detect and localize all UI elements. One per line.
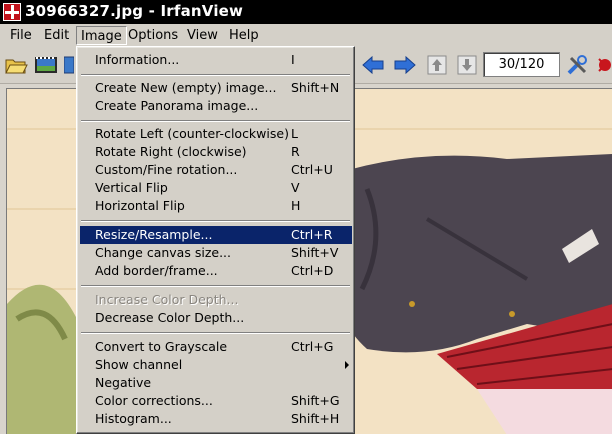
menu-file[interactable]: File [6,26,36,45]
menu-item-negative[interactable]: Negative [80,374,352,392]
slideshow-icon[interactable] [34,54,58,76]
menu-item-label: Rotate Right (clockwise) [95,144,247,159]
menu-bar: File Edit Image Options View Help [0,24,612,46]
menu-item-add-border-frame[interactable]: Add border/frame... Ctrl+D [80,262,352,280]
menu-item-increase-color-depth: Increase Color Depth... [80,291,352,309]
menu-item-shortcut: Shift+V [291,245,339,260]
image-menu-dropdown: Information... I Create New (empty) imag… [76,46,355,434]
menu-item-rotate-right[interactable]: Rotate Right (clockwise) R [80,143,352,161]
menu-item-create-new-image[interactable]: Create New (empty) image... Shift+N [80,79,352,97]
page-indicator: 30/120 [483,52,560,77]
menu-item-shortcut: Ctrl+D [291,263,334,278]
menu-item-shortcut: H [291,198,301,213]
title-bar: 30966327.jpg - IrfanView [0,0,612,24]
submenu-arrow-icon [345,361,349,369]
menu-item-shortcut: Ctrl+G [291,339,334,354]
menu-item-label: Custom/Fine rotation... [95,162,238,177]
menu-item-label: Color corrections... [95,393,213,408]
menu-separator [81,220,350,222]
thumbnails-icon[interactable] [63,54,75,76]
menu-item-label: Create New (empty) image... [95,80,277,95]
exit-icon[interactable] [596,54,612,76]
properties-icon[interactable] [566,54,590,76]
menu-item-label: Create Panorama image... [95,98,259,113]
menu-help[interactable]: Help [225,26,263,45]
menu-item-label: Show channel [95,357,183,372]
menu-item-label: Histogram... [95,411,172,426]
menu-item-convert-to-grayscale[interactable]: Convert to Grayscale Ctrl+G [80,338,352,356]
menu-item-custom-rotation[interactable]: Custom/Fine rotation... Ctrl+U [80,161,352,179]
menu-item-resize-resample[interactable]: Resize/Resample... Ctrl+R [80,226,352,244]
menu-item-label: Horizontal Flip [95,198,185,213]
first-page-icon[interactable] [425,54,449,76]
menu-item-label: Change canvas size... [95,245,231,260]
menu-item-rotate-left[interactable]: Rotate Left (counter-clockwise) L [80,125,352,143]
menu-item-label: Rotate Left (counter-clockwise) [95,126,289,141]
menu-item-horizontal-flip[interactable]: Horizontal Flip H [80,197,352,215]
menu-item-shortcut: Shift+H [291,411,340,426]
menu-item-information[interactable]: Information... I [80,51,352,69]
menu-item-label: Information... [95,52,180,67]
previous-icon[interactable] [361,54,385,76]
menu-item-label: Negative [95,375,152,390]
menu-item-vertical-flip[interactable]: Vertical Flip V [80,179,352,197]
irfanview-app-icon[interactable] [3,3,21,21]
next-icon[interactable] [393,54,417,76]
menu-item-decrease-color-depth[interactable]: Decrease Color Depth... [80,309,352,327]
menu-item-shortcut: Ctrl+R [291,227,333,242]
menu-separator [81,120,350,122]
menu-item-shortcut: L [291,126,298,141]
menu-item-label: Decrease Color Depth... [95,310,245,325]
menu-item-label: Resize/Resample... [95,227,213,242]
menu-item-color-corrections[interactable]: Color corrections... Shift+G [80,392,352,410]
menu-separator [81,74,350,76]
menu-separator [81,332,350,334]
menu-item-label: Add border/frame... [95,263,218,278]
menu-item-label: Convert to Grayscale [95,339,228,354]
menu-item-show-channel[interactable]: Show channel [80,356,352,374]
menu-image[interactable]: Image [76,26,127,45]
menu-item-label: Vertical Flip [95,180,168,195]
window-title: 30966327.jpg - IrfanView [25,2,244,20]
menu-item-shortcut: V [291,180,300,195]
menu-item-create-panorama[interactable]: Create Panorama image... [80,97,352,115]
menu-edit[interactable]: Edit [40,26,73,45]
open-icon[interactable] [4,54,28,76]
last-page-icon[interactable] [455,54,479,76]
menu-item-histogram[interactable]: Histogram... Shift+H [80,410,352,428]
menu-item-shortcut: Shift+N [291,80,340,95]
menu-options[interactable]: Options [124,26,182,45]
menu-view[interactable]: View [183,26,222,45]
menu-item-shortcut: I [291,52,295,67]
menu-item-shortcut: R [291,144,300,159]
menu-item-label: Increase Color Depth... [95,292,239,307]
menu-item-change-canvas-size[interactable]: Change canvas size... Shift+V [80,244,352,262]
menu-separator [81,285,350,287]
menu-item-shortcut: Ctrl+U [291,162,333,177]
menu-item-shortcut: Shift+G [291,393,340,408]
